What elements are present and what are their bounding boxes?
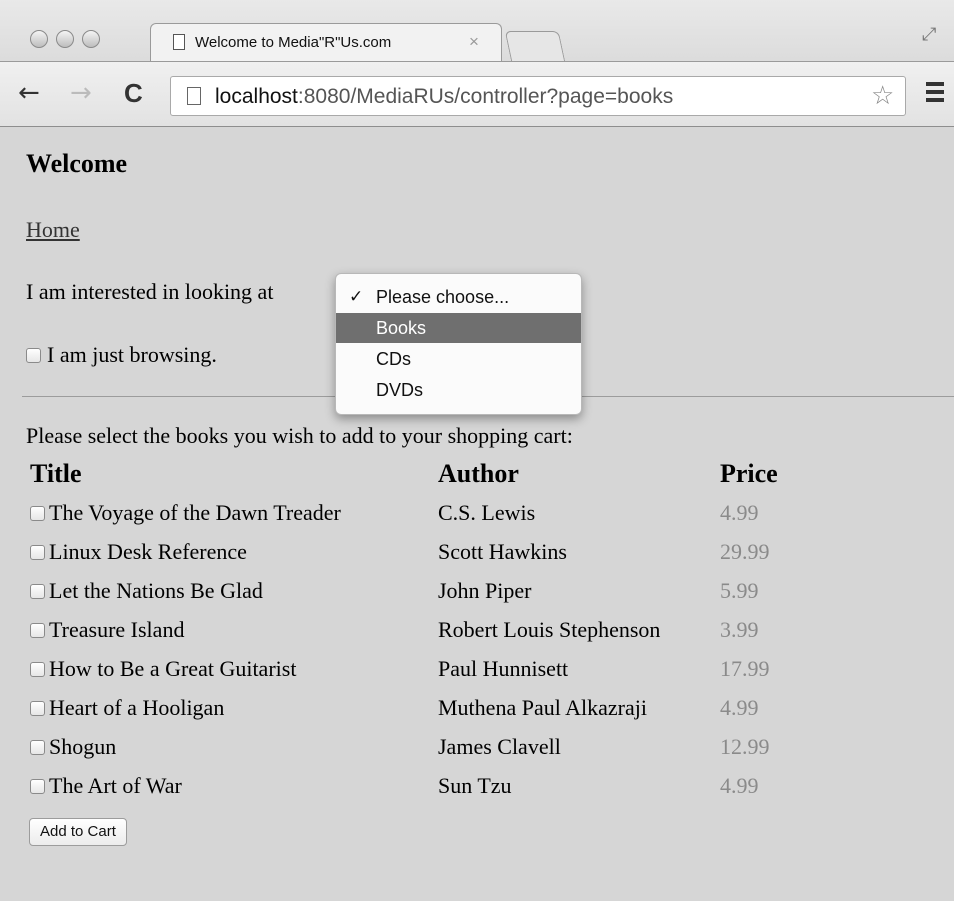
select-prompt: Please select the books you wish to add … bbox=[26, 423, 573, 448]
browsing-checkbox[interactable] bbox=[26, 348, 41, 363]
book-title: Treasure Island bbox=[49, 616, 185, 642]
books-table: Title Author Price The Voyage of the Daw… bbox=[30, 455, 778, 805]
url-host: localhost bbox=[215, 85, 298, 108]
tab-close-icon[interactable]: × bbox=[469, 32, 479, 52]
reload-icon[interactable]: C bbox=[124, 80, 143, 106]
title-cell: The Voyage of the Dawn Treader bbox=[30, 493, 438, 532]
page-title: Welcome bbox=[26, 149, 128, 178]
title-cell: Let the Nations Be Glad bbox=[30, 571, 438, 610]
media-type-dropdown[interactable]: ✓ Please choose... Books CDs DVDs bbox=[335, 273, 582, 415]
author-cell: James Clavell bbox=[438, 733, 561, 759]
minimize-window-button[interactable] bbox=[56, 30, 74, 48]
table-row: Linux Desk Reference Scott Hawkins 29.99 bbox=[30, 532, 778, 571]
browser-tab[interactable]: Welcome to Media"R"Us.com × bbox=[150, 23, 502, 61]
book-title: Linux Desk Reference bbox=[49, 538, 247, 564]
title-cell: Linux Desk Reference bbox=[30, 532, 438, 571]
book-checkbox[interactable] bbox=[30, 700, 45, 716]
fullscreen-icon[interactable]: ⤢ bbox=[922, 24, 936, 45]
price-cell: 4.99 bbox=[720, 772, 759, 798]
dropdown-option-dvds[interactable]: DVDs bbox=[336, 375, 581, 405]
book-checkbox[interactable] bbox=[30, 622, 45, 638]
author-cell: Scott Hawkins bbox=[438, 538, 567, 564]
tab-title: Welcome to Media"R"Us.com bbox=[195, 34, 392, 51]
url-text: localhost:8080/MediaRUs/controller?page=… bbox=[215, 85, 673, 109]
author-column-header: Author bbox=[438, 459, 519, 488]
table-header-row: Title Author Price bbox=[30, 455, 778, 493]
option-label: Books bbox=[376, 318, 427, 338]
back-arrow-icon[interactable]: ← bbox=[18, 80, 40, 106]
book-checkbox[interactable] bbox=[30, 544, 45, 560]
forward-arrow-icon[interactable]: → bbox=[70, 80, 92, 106]
menu-icon[interactable] bbox=[926, 82, 944, 106]
table-row: The Voyage of the Dawn Treader C.S. Lewi… bbox=[30, 493, 778, 532]
dropdown-option-please-choose[interactable]: ✓ Please choose... bbox=[336, 282, 581, 312]
book-title: How to Be a Great Guitarist bbox=[49, 655, 297, 681]
browsing-label: I am just browsing. bbox=[47, 342, 217, 367]
author-cell: Sun Tzu bbox=[438, 772, 512, 798]
title-cell: How to Be a Great Guitarist bbox=[30, 649, 438, 688]
title-cell: The Art of War bbox=[30, 766, 438, 805]
price-cell: 12.99 bbox=[720, 733, 770, 759]
author-cell: Paul Hunnisett bbox=[438, 655, 569, 681]
zoom-window-button[interactable] bbox=[82, 30, 100, 48]
book-checkbox[interactable] bbox=[30, 739, 45, 755]
table-row: Shogun James Clavell 12.99 bbox=[30, 727, 778, 766]
price-cell: 29.99 bbox=[720, 538, 770, 564]
browsing-option[interactable]: I am just browsing. bbox=[26, 342, 217, 368]
author-cell: C.S. Lewis bbox=[438, 499, 536, 525]
price-cell: 5.99 bbox=[720, 577, 759, 603]
new-tab-button[interactable] bbox=[504, 31, 566, 62]
checkmark-icon: ✓ bbox=[349, 287, 364, 307]
interest-label: I am interested in looking at bbox=[26, 279, 274, 304]
address-bar[interactable]: localhost:8080/MediaRUs/controller?page=… bbox=[170, 76, 906, 116]
dropdown-option-books[interactable]: Books bbox=[336, 313, 581, 343]
dropdown-option-cds[interactable]: CDs bbox=[336, 344, 581, 374]
option-label: Please choose... bbox=[376, 287, 510, 307]
title-column-header: Title bbox=[30, 459, 82, 488]
price-column-header: Price bbox=[720, 459, 778, 488]
table-row: How to Be a Great Guitarist Paul Hunnise… bbox=[30, 649, 778, 688]
title-cell: Shogun bbox=[30, 727, 438, 766]
book-title: The Voyage of the Dawn Treader bbox=[49, 499, 341, 525]
option-label: CDs bbox=[376, 349, 411, 369]
book-title: The Art of War bbox=[49, 772, 182, 798]
title-cell: Heart of a Hooligan bbox=[30, 688, 438, 727]
book-checkbox[interactable] bbox=[30, 778, 45, 794]
url-path: :8080/MediaRUs/controller?page=books bbox=[297, 85, 674, 108]
book-checkbox[interactable] bbox=[30, 583, 45, 599]
author-cell: John Piper bbox=[438, 577, 532, 603]
browser-toolbar: ← → C localhost:8080/MediaRUs/controller… bbox=[0, 61, 954, 127]
page-icon bbox=[173, 34, 185, 50]
book-checkbox[interactable] bbox=[30, 661, 45, 677]
table-row: Let the Nations Be Glad John Piper 5.99 bbox=[30, 571, 778, 610]
page-icon bbox=[187, 87, 201, 105]
table-row: Treasure Island Robert Louis Stephenson … bbox=[30, 610, 778, 649]
price-cell: 3.99 bbox=[720, 616, 759, 642]
book-checkbox[interactable] bbox=[30, 505, 45, 521]
price-cell: 4.99 bbox=[720, 499, 759, 525]
book-title: Let the Nations Be Glad bbox=[49, 577, 263, 603]
table-row: The Art of War Sun Tzu 4.99 bbox=[30, 766, 778, 805]
author-cell: Muthena Paul Alkazraji bbox=[438, 694, 647, 720]
book-title: Heart of a Hooligan bbox=[49, 694, 225, 720]
book-title: Shogun bbox=[49, 733, 117, 759]
add-to-cart-button[interactable]: Add to Cart bbox=[29, 818, 127, 846]
price-cell: 17.99 bbox=[720, 655, 770, 681]
home-link[interactable]: Home bbox=[26, 217, 80, 243]
option-label: DVDs bbox=[376, 380, 424, 400]
close-window-button[interactable] bbox=[30, 30, 48, 48]
author-cell: Robert Louis Stephenson bbox=[438, 616, 661, 642]
page-content: Welcome Home I am interested in looking … bbox=[0, 127, 954, 901]
bookmark-star-icon[interactable]: ☆ bbox=[871, 81, 894, 111]
price-cell: 4.99 bbox=[720, 694, 759, 720]
table-row: Heart of a Hooligan Muthena Paul Alkazra… bbox=[30, 688, 778, 727]
title-cell: Treasure Island bbox=[30, 610, 438, 649]
